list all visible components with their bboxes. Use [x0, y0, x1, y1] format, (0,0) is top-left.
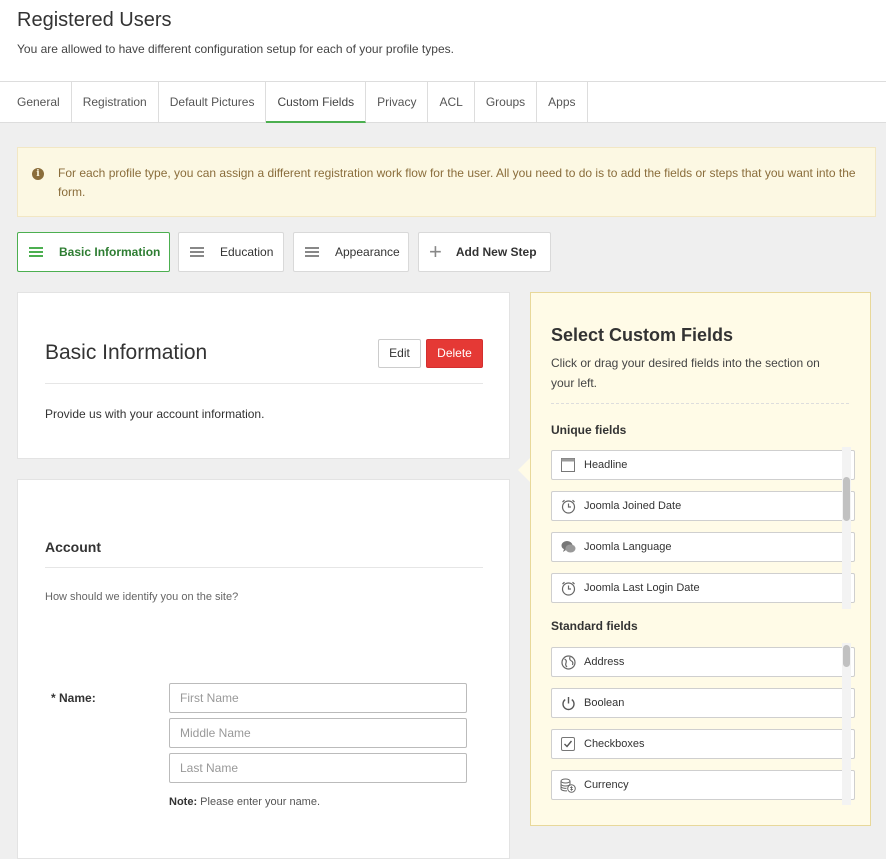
clock-icon [560, 498, 576, 514]
page-description: You are allowed to have different config… [17, 42, 454, 56]
middle-name-input[interactable] [169, 718, 467, 748]
field-label: Address [584, 656, 625, 668]
tab-acl[interactable]: ACL [428, 82, 475, 122]
field-item-checkboxes[interactable]: Checkboxes [551, 729, 855, 759]
edit-step-button[interactable]: Edit [378, 339, 421, 368]
divider [45, 383, 483, 384]
field-label: Joomla Language [584, 541, 672, 553]
field-item-currency[interactable]: Currency [551, 770, 855, 800]
custom-fields-description: Click or drag your desired fields into t… [551, 356, 820, 390]
field-item-address[interactable]: Address [551, 647, 855, 677]
tab-privacy[interactable]: Privacy [366, 82, 429, 122]
name-note: Note: Please enter your name. [169, 796, 320, 808]
delete-step-button[interactable]: Delete [426, 339, 483, 368]
add-new-step-button[interactable]: + Add New Step [418, 232, 551, 272]
scrollbar-thumb[interactable] [843, 645, 850, 667]
field-item-joomla-last-login-date[interactable]: Joomla Last Login Date [551, 573, 855, 603]
field-item-joomla-joined-date[interactable]: Joomla Joined Date [551, 491, 855, 521]
step-appearance[interactable]: Appearance [293, 232, 409, 272]
tab-general[interactable]: General [0, 82, 72, 122]
standard-fields-label: Standard fields [551, 619, 638, 633]
custom-fields-panel: Select Custom Fields Click or drag your … [530, 292, 871, 826]
step-label: Basic Information [59, 245, 161, 259]
standard-fields-list: Address Boolean Checkboxes Currency [551, 647, 855, 805]
settings-tabs: General Registration Default Pictures Cu… [0, 82, 886, 123]
info-icon: i [32, 168, 44, 180]
info-alert: i For each profile type, you can assign … [17, 147, 876, 217]
note-text: Please enter your name. [200, 796, 321, 808]
tab-apps[interactable]: Apps [537, 82, 588, 122]
add-step-label: Add New Step [455, 245, 537, 259]
tab-default-pictures[interactable]: Default Pictures [159, 82, 267, 122]
step-basic-information[interactable]: Basic Information [17, 232, 170, 272]
tab-registration[interactable]: Registration [72, 82, 159, 122]
field-item-headline[interactable]: Headline [551, 450, 855, 480]
custom-fields-title: Select Custom Fields [551, 325, 734, 345]
field-label: Currency [584, 779, 629, 791]
field-label: Checkboxes [584, 738, 645, 750]
plus-icon: + [429, 239, 442, 264]
unique-fields-label: Unique fields [551, 423, 627, 437]
scrollbar-thumb[interactable] [843, 477, 850, 521]
unique-fields-list: Headline Joomla Joined Date Joomla Langu… [551, 450, 855, 608]
divider [551, 403, 849, 404]
page-header: Registered Users You are allowed to have… [0, 0, 886, 82]
field-label: Headline [584, 459, 628, 471]
standard-fields-scrollbar[interactable] [842, 643, 851, 805]
tab-custom-fields[interactable]: Custom Fields [266, 82, 367, 123]
globe-icon [560, 654, 576, 670]
field-item-boolean[interactable]: Boolean [551, 688, 855, 718]
step-education[interactable]: Education [178, 232, 284, 272]
tab-groups[interactable]: Groups [475, 82, 538, 122]
field-label: Joomla Last Login Date [584, 582, 700, 594]
headline-icon [560, 457, 576, 473]
menu-icon [29, 247, 43, 257]
chat-icon [560, 539, 576, 555]
field-label: Joomla Joined Date [584, 500, 682, 512]
info-alert-text: For each profile type, you can assign a … [58, 166, 856, 199]
step-description: Provide us with your account information… [45, 407, 265, 421]
basic-information-panel: Basic Information Edit Delete Provide us… [17, 292, 510, 459]
step-label: Appearance [335, 245, 400, 259]
divider [45, 567, 483, 568]
unique-fields-scrollbar[interactable] [842, 447, 851, 609]
field-item-joomla-language[interactable]: Joomla Language [551, 532, 855, 562]
section-title: Account [45, 539, 101, 555]
account-section-panel: Account How should we identify you on th… [17, 479, 510, 859]
field-label: Boolean [584, 697, 625, 709]
power-icon [560, 695, 576, 711]
menu-icon [305, 247, 319, 257]
step-title: Basic Information [45, 341, 208, 364]
first-name-input[interactable] [169, 683, 467, 713]
last-name-input[interactable] [169, 753, 467, 783]
step-label: Education [220, 245, 274, 259]
panel-pointer [518, 458, 530, 482]
section-description: How should we identify you on the site? [45, 591, 239, 603]
checkbox-icon [560, 736, 576, 752]
page-title: Registered Users [17, 9, 172, 31]
currency-icon [560, 777, 576, 793]
menu-icon [190, 247, 204, 257]
name-field-label: * Name: [51, 691, 96, 705]
clock-icon [560, 580, 576, 596]
note-prefix: Note: [169, 796, 198, 808]
